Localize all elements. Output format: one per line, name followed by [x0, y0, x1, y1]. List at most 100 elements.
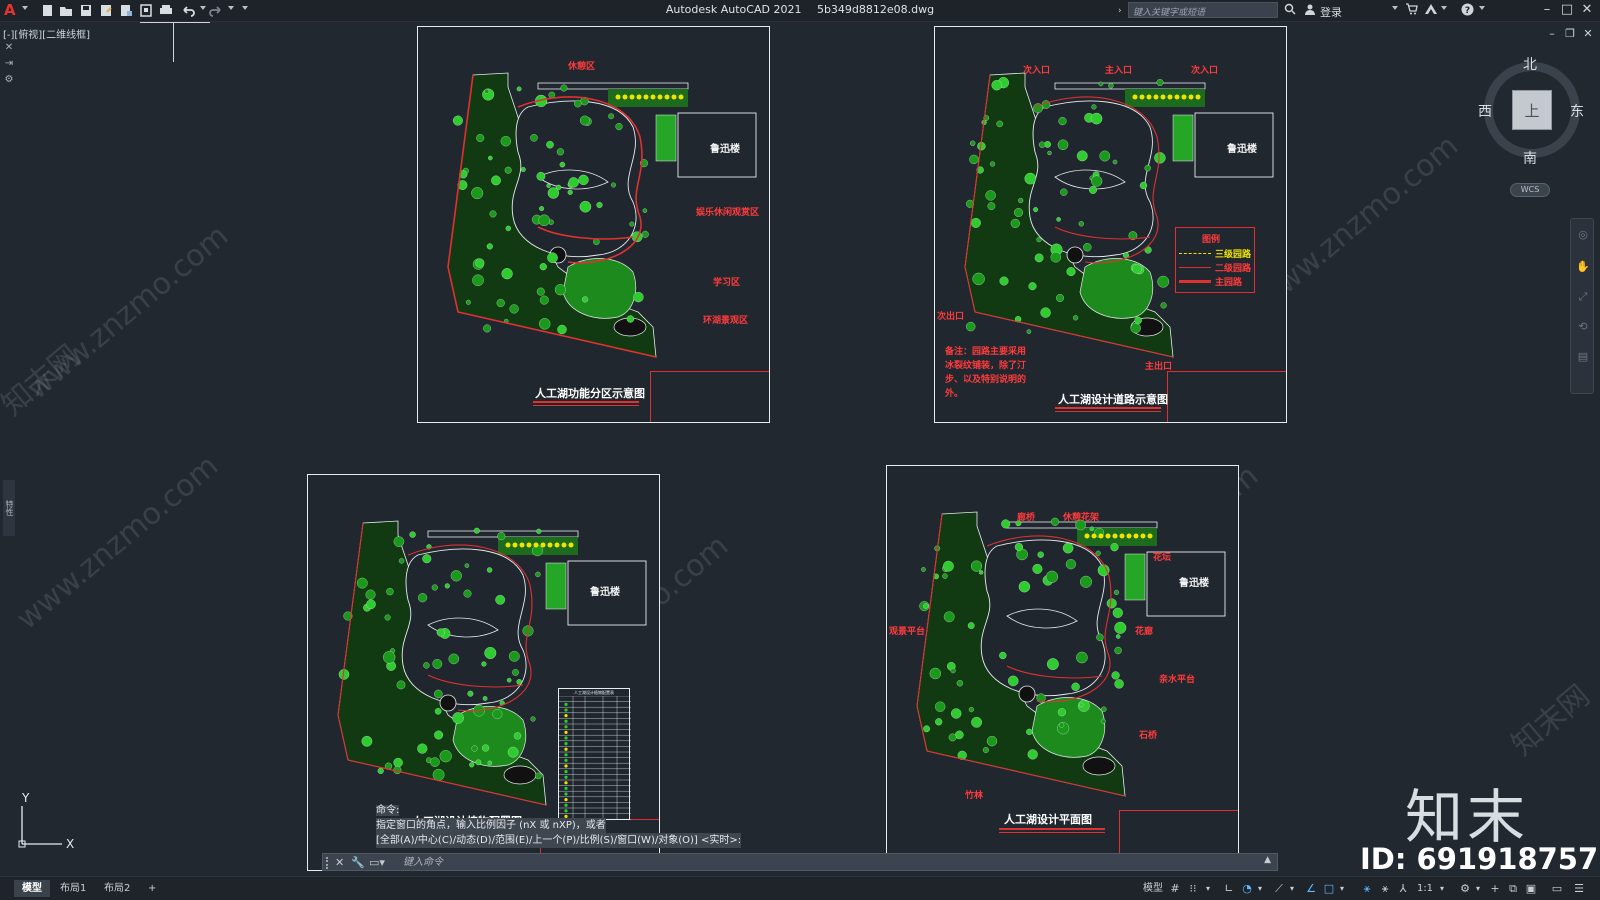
- autocad-logo-icon[interactable]: A: [4, 2, 18, 18]
- login-dropdown-icon[interactable]: [1392, 6, 1398, 10]
- legend-label: 二级园路: [1215, 263, 1252, 274]
- drawing-sheet-zoning[interactable]: 休憩区 娱乐休闲观赏区 学习区 环湖景观区 鲁迅楼 人工湖功能分区示意图: [417, 26, 770, 423]
- pan-icon[interactable]: ✋: [1575, 259, 1591, 275]
- model-space-toggle[interactable]: 模型: [1142, 881, 1164, 897]
- isolate-objects-icon[interactable]: ⧉: [1506, 881, 1520, 897]
- legend-row: 主园路: [1179, 274, 1251, 288]
- compass-north[interactable]: 北: [1523, 54, 1537, 74]
- add-layout-button[interactable]: +: [140, 880, 164, 897]
- help-dropdown-icon[interactable]: [1479, 6, 1485, 10]
- auto-scale-icon[interactable]: ⚹: [1378, 881, 1392, 897]
- osnap-dropdown-icon[interactable]: ▾: [1338, 881, 1346, 897]
- command-grip-handle[interactable]: [326, 857, 332, 869]
- new-file-icon[interactable]: [40, 3, 56, 18]
- note-line: 步、以及特别说明的: [945, 375, 1027, 385]
- viewcube-top-face[interactable]: 上: [1512, 90, 1552, 130]
- scale-dropdown-icon[interactable]: ▾: [1438, 881, 1446, 897]
- snap-icon[interactable]: ⁝⁝: [1186, 881, 1200, 897]
- close-icon[interactable]: ✕: [1578, 2, 1596, 18]
- viewport-controls-label[interactable]: [-][俯视][二维线框]: [3, 26, 90, 41]
- customize-toolbar-icon[interactable]: [242, 6, 248, 10]
- entrance-label: 次入口: [1023, 66, 1051, 76]
- doc-close-icon[interactable]: ✕: [1582, 28, 1594, 40]
- properties-palette-tab[interactable]: 特性: [3, 480, 15, 536]
- autohide-icon[interactable]: ⇥: [3, 58, 15, 70]
- app-menu-caret-icon[interactable]: [22, 6, 28, 10]
- ortho-icon[interactable]: ∟: [1222, 881, 1236, 897]
- title-block: [650, 371, 769, 422]
- publish-icon[interactable]: [118, 3, 134, 18]
- viewcube[interactable]: 上 北 南 西 东: [1478, 54, 1586, 204]
- redo-dropdown-icon[interactable]: [228, 6, 234, 10]
- window-title: Autodesk AutoCAD 2021 5b349d8812e08.dwg: [0, 3, 1600, 16]
- object-snap-tracking-icon[interactable]: ∠: [1304, 881, 1318, 897]
- a360-dropdown-icon[interactable]: [1441, 6, 1447, 10]
- polar-tracking-icon[interactable]: ◔: [1240, 881, 1254, 897]
- compass-east[interactable]: 东: [1570, 101, 1584, 121]
- svg-text:?: ?: [1465, 6, 1470, 16]
- maximize-icon[interactable]: □: [1558, 2, 1576, 18]
- showmotion-icon[interactable]: ▤: [1575, 349, 1591, 365]
- undo-icon[interactable]: [180, 3, 196, 18]
- annotation-scale-icon[interactable]: ⅄: [1396, 881, 1410, 897]
- customization-menu-icon[interactable]: ☰: [1572, 881, 1586, 897]
- search-input[interactable]: 键入关键字或短语: [1128, 2, 1278, 18]
- snap-dropdown-icon[interactable]: ▾: [1204, 881, 1212, 897]
- cart-icon[interactable]: [1405, 3, 1418, 19]
- feature-label: 花坛: [1153, 553, 1172, 563]
- wcs-menu-button[interactable]: WCS: [1510, 183, 1550, 197]
- zone-label: 娱乐休闲观赏区: [696, 208, 760, 218]
- workspace-gear-icon[interactable]: ⚙: [1458, 881, 1472, 897]
- redo-icon[interactable]: [208, 3, 224, 18]
- open-folder-icon[interactable]: [58, 3, 74, 18]
- close-palette-icon[interactable]: ✕: [3, 42, 15, 54]
- save-as-icon[interactable]: [98, 3, 114, 18]
- zoom-extents-icon[interactable]: ⤢: [1575, 289, 1591, 305]
- workspace-dropdown-icon[interactable]: ▾: [1474, 881, 1482, 897]
- doc-minimize-icon[interactable]: –: [1546, 28, 1558, 40]
- command-history-expand-icon[interactable]: ▲: [1264, 855, 1271, 865]
- feature-label: 休憩花架: [1063, 513, 1100, 523]
- steering-wheel-icon[interactable]: ◎: [1575, 227, 1591, 243]
- tab-layout2[interactable]: 布局2: [96, 880, 138, 897]
- drawing-sheet-masterplan[interactable]: 廊桥 休憩花架 花坛 观景平台 花廊 亲水平台 石桥 竹林 鲁迅楼 人工湖设计平…: [886, 465, 1239, 862]
- search-icon[interactable]: [1284, 3, 1296, 19]
- recent-commands-icon[interactable]: ▭▾: [369, 855, 385, 871]
- plant-schedule-table: 人工湖设计植物配置表: [558, 688, 631, 820]
- save-icon[interactable]: [78, 3, 94, 18]
- feature-label: 观景平台: [889, 627, 926, 637]
- print-icon[interactable]: [158, 3, 174, 18]
- isodraft-icon[interactable]: ⟋: [1272, 881, 1286, 897]
- tab-layout1[interactable]: 布局1: [52, 880, 94, 897]
- annotation-monitor-icon[interactable]: +: [1488, 881, 1502, 897]
- isodraft-dropdown-icon[interactable]: ▾: [1288, 881, 1296, 897]
- entrance-label: 主入口: [1105, 66, 1133, 76]
- clean-screen-icon[interactable]: ▭: [1550, 881, 1564, 897]
- plot-preview-icon[interactable]: [138, 3, 154, 18]
- grid-icon[interactable]: #: [1168, 881, 1182, 897]
- object-snap-icon[interactable]: □: [1322, 881, 1336, 897]
- help-icon[interactable]: ?: [1461, 3, 1474, 19]
- tab-model[interactable]: 模型: [14, 880, 50, 897]
- undo-dropdown-icon[interactable]: [200, 6, 206, 10]
- command-input[interactable]: [401, 854, 1201, 870]
- annotation-visibility-icon[interactable]: ⚹: [1360, 881, 1374, 897]
- compass-west[interactable]: 西: [1478, 101, 1492, 121]
- annotation-scale-value[interactable]: 1:1: [1414, 881, 1436, 897]
- entrance-label: 次入口: [1191, 66, 1219, 76]
- autodesk-a360-icon[interactable]: [1424, 3, 1438, 19]
- palette-settings-icon[interactable]: ⚙: [3, 74, 15, 86]
- watermark-site: www.znzmo.com: [20, 218, 236, 407]
- search-expand-icon[interactable]: ›: [1118, 3, 1122, 19]
- drawing-sheet-roads[interactable]: 次入口 主入口 次入口 次出口 主出口 鲁迅楼 图例 三级园路 二级园路 主园路…: [934, 26, 1287, 423]
- close-command-icon[interactable]: ✕: [335, 855, 344, 871]
- hardware-acceleration-icon[interactable]: ▣: [1524, 881, 1538, 897]
- doc-restore-icon[interactable]: ❐: [1564, 28, 1576, 40]
- orbit-icon[interactable]: ⟲: [1575, 319, 1591, 335]
- user-icon[interactable]: [1304, 3, 1316, 19]
- customize-command-icon[interactable]: 🔧: [351, 855, 365, 871]
- compass-south[interactable]: 南: [1523, 148, 1537, 168]
- minimize-icon[interactable]: –: [1538, 2, 1556, 18]
- login-link[interactable]: 登录: [1320, 4, 1342, 20]
- polar-dropdown-icon[interactable]: ▾: [1256, 881, 1264, 897]
